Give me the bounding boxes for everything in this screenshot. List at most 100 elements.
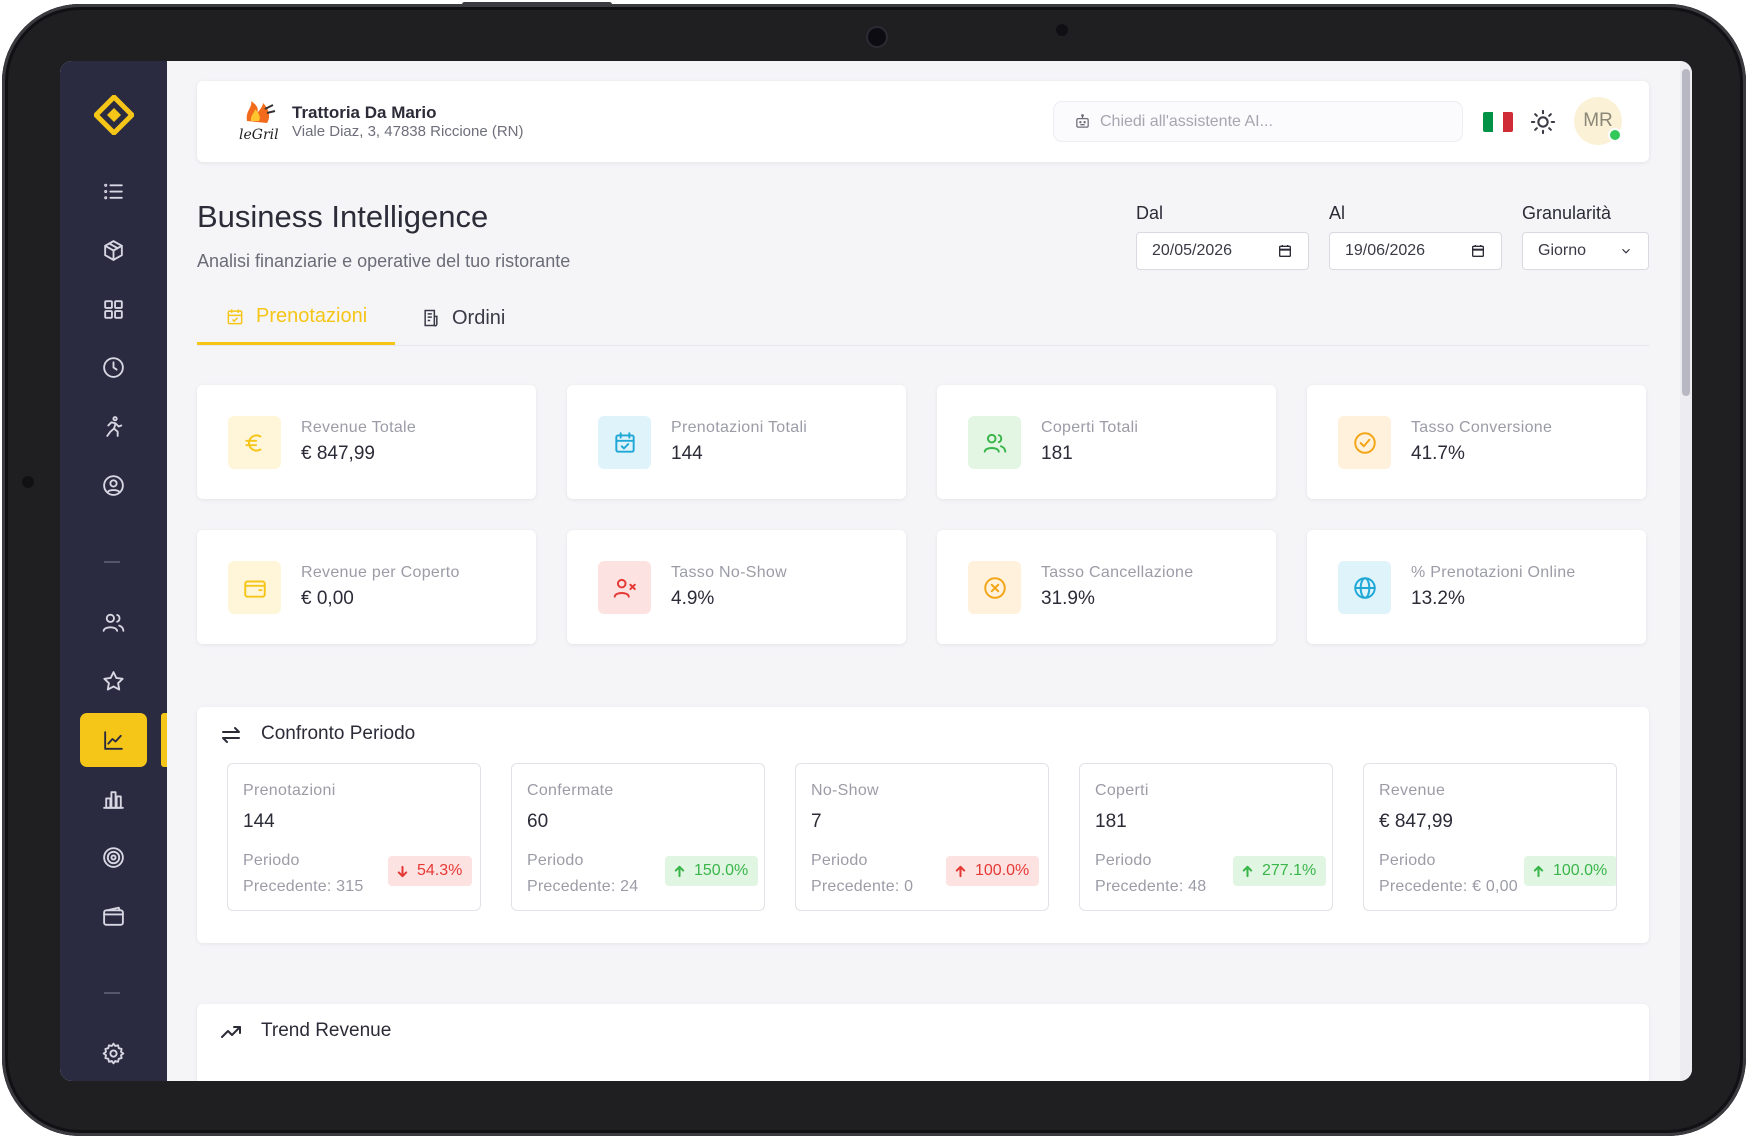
comparison-card-revenue: Revenue € 847,99 Periodo Precedente: € 0,…	[1363, 763, 1617, 911]
sidebar-item-goals[interactable]	[80, 830, 147, 884]
kpi-value: 144	[671, 443, 703, 464]
comparison-card-confermate: Confermate 60 Periodo Precedente: 24 150.…	[511, 763, 765, 911]
sensor	[1056, 24, 1068, 36]
comparison-panel: Confronto Periodo Prenotazioni 144 Perio…	[197, 707, 1649, 943]
granularity-select[interactable]: Giorno	[1522, 232, 1649, 270]
kpi-icon-box	[968, 561, 1021, 614]
theme-toggle-button[interactable]	[1529, 108, 1557, 136]
delta-value: 100.0%	[975, 862, 1030, 879]
globe-icon	[1353, 576, 1376, 599]
comparison-previous: Periodo Precedente: 0	[811, 848, 913, 900]
flag-stripe-white	[1493, 112, 1503, 132]
arrow-up-icon	[1242, 865, 1253, 877]
kpi-icon-box	[598, 561, 651, 614]
check-circle-icon	[1353, 431, 1376, 454]
comparison-previous: Periodo Precedente: 24	[527, 848, 638, 900]
side-sensor	[22, 476, 34, 488]
line-chart-icon	[104, 730, 123, 750]
arrow-up-icon	[955, 865, 966, 877]
comparison-label: Revenue	[1379, 782, 1446, 799]
sidebar-item-analytics[interactable]	[80, 713, 147, 767]
sidebar-item-customers[interactable]	[80, 595, 147, 649]
star-icon	[103, 670, 124, 690]
comparison-value: € 847,99	[1379, 811, 1453, 832]
sidebar-item-wallet[interactable]	[80, 889, 147, 943]
prev-line1: Periodo	[1379, 852, 1436, 869]
tab-ordini[interactable]: Ordini	[421, 291, 505, 345]
kpi-value: 41.7%	[1411, 443, 1465, 464]
delta-value: 54.3%	[417, 862, 463, 879]
kpi-label: % Prenotazioni Online	[1411, 564, 1576, 581]
sidebar-item-history[interactable]	[80, 340, 147, 394]
power-button	[462, 2, 612, 7]
kpi-icon-box	[1338, 416, 1391, 469]
comparison-label: Confermate	[527, 782, 614, 799]
calendar-icon	[1279, 245, 1291, 257]
arrow-up-icon	[674, 865, 685, 877]
prev-line2: Precedente: € 0,00	[1379, 878, 1518, 895]
granularity-value: Giorno	[1538, 242, 1587, 259]
clock-icon	[103, 356, 124, 378]
kpi-icon-box	[228, 416, 281, 469]
tablet-frame: leGril Trattoria Da Mario Viale Diaz, 3,…	[2, 2, 1746, 1136]
sidebar-item-reports[interactable]	[80, 772, 147, 826]
main-content: leGril Trattoria Da Mario Viale Diaz, 3,…	[167, 61, 1680, 1081]
prev-line1: Periodo	[243, 852, 300, 869]
kpi-icon-box	[598, 416, 651, 469]
page-scrollbar[interactable]	[1680, 61, 1692, 1081]
x-circle-icon	[983, 576, 1006, 599]
ai-assistant-search[interactable]	[1054, 102, 1462, 141]
kpi-icon-box	[228, 561, 281, 614]
kpi-revenue-per-coperto: Revenue per Coperto € 0,00	[197, 530, 536, 644]
sidebar-item-tables[interactable]	[80, 282, 147, 336]
gear-icon	[102, 1042, 125, 1064]
sidebar-item-activity[interactable]	[80, 399, 147, 453]
prev-line1: Periodo	[527, 852, 584, 869]
user-x-icon	[613, 578, 636, 598]
users-icon	[983, 433, 1006, 453]
kpi-label: Tasso Cancellazione	[1041, 564, 1194, 581]
app-logo-icon[interactable]	[94, 95, 134, 135]
kpi-tasso-conversione: Tasso Conversione 41.7%	[1307, 385, 1646, 499]
front-camera	[868, 28, 886, 46]
trending-up-icon	[219, 1020, 243, 1044]
granularity-label: Granularità	[1522, 203, 1612, 223]
comparison-value: 144	[243, 811, 275, 832]
kpi-label: Prenotazioni Totali	[671, 419, 808, 436]
top-header: leGril Trattoria Da Mario Viale Diaz, 3,…	[197, 81, 1649, 162]
flag-stripe-green	[1483, 112, 1493, 132]
kpi-label: Coperti Totali	[1041, 419, 1139, 436]
prev-line2: Precedente: 315	[243, 878, 364, 895]
calendar-check-icon	[614, 431, 635, 453]
delta-badge: 150.0%	[665, 856, 759, 886]
running-icon	[106, 415, 123, 437]
search-input[interactable]	[1098, 111, 1442, 132]
trend-revenue-panel: Trend Revenue	[197, 1004, 1649, 1081]
scrollbar-thumb[interactable]	[1682, 69, 1690, 396]
comparison-label: No-Show	[811, 782, 879, 799]
sidebar-item-settings[interactable]	[80, 1026, 147, 1080]
kpi-value: 4.9%	[671, 588, 715, 609]
kpi-label: Tasso Conversione	[1411, 419, 1553, 436]
sidebar	[60, 61, 167, 1081]
kpi-coperti-totali: Coperti Totali 181	[937, 385, 1276, 499]
sidebar-item-profile[interactable]	[80, 458, 147, 512]
tab-prenotazioni[interactable]: Prenotazioni	[197, 291, 395, 345]
kpi-prenotazioni-totali: Prenotazioni Totali 144	[567, 385, 906, 499]
kpi-icon-box	[968, 416, 1021, 469]
target-icon	[103, 846, 124, 868]
sidebar-item-reviews[interactable]	[80, 654, 147, 708]
robot-icon	[1076, 114, 1089, 128]
comparison-value: 7	[811, 811, 822, 832]
online-status-dot	[1610, 130, 1620, 140]
user-circle-icon	[103, 474, 124, 496]
page-subtitle: Analisi finanziarie e operative del tuo …	[197, 251, 571, 271]
date-to-input[interactable]: 19/06/2026	[1329, 232, 1502, 270]
kpi-label: Revenue per Coperto	[301, 564, 460, 581]
tab-label: Prenotazioni	[256, 305, 368, 327]
date-from-input[interactable]: 20/05/2026	[1136, 232, 1309, 270]
language-flag-italy[interactable]	[1483, 112, 1513, 132]
sidebar-item-menu-list[interactable]	[80, 164, 147, 218]
kpi-tasso-no-show: Tasso No-Show 4.9%	[567, 530, 906, 644]
sidebar-item-products[interactable]	[80, 223, 147, 277]
